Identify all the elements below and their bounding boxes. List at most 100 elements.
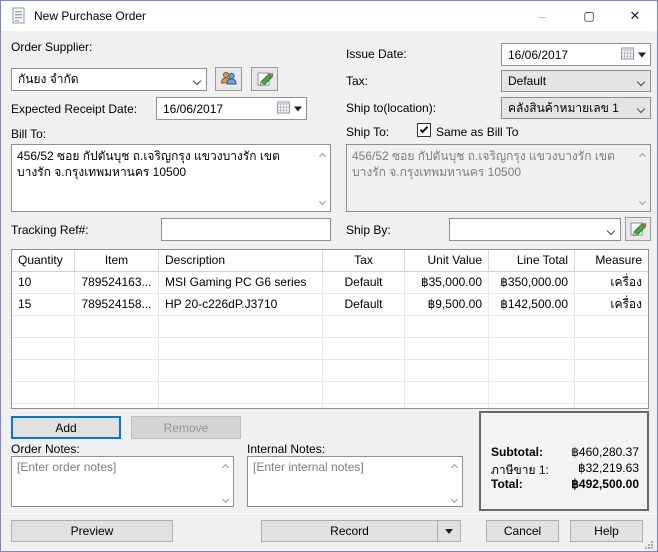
close-button[interactable]: ✕: [619, 1, 651, 31]
internal-notes-label: Internal Notes:: [247, 442, 326, 456]
cell-description[interactable]: HP 20-c226dP.J3710: [159, 294, 323, 316]
scroll-down-icon: [637, 197, 647, 207]
cell-quantity[interactable]: 15: [12, 294, 75, 316]
items-table: Quantity Item Description Tax Unit Value…: [11, 249, 649, 409]
cell-measure[interactable]: เครื่อง: [575, 272, 648, 294]
order-supplier-value: กันยง จำกัด: [18, 72, 79, 86]
table-empty-row: [12, 338, 648, 360]
bill-to-textarea[interactable]: 456/52 ซอย กัปตันบุช ถ.เจริญกรุง แขวงบาง…: [11, 144, 331, 212]
subtotal-label: Subtotal:: [491, 445, 543, 459]
column-header: Description: [159, 250, 323, 272]
bill-to-label: Bill To:: [11, 127, 47, 141]
pencil-icon: [630, 220, 647, 239]
cell-description[interactable]: MSI Gaming PC G6 series: [159, 272, 323, 294]
ship-to-location-value: คลังสินค้าหมายเลข 1: [508, 100, 619, 115]
record-split-button[interactable]: Record: [261, 520, 461, 542]
bill-to-address-text: 456/52 ซอย กัปตันบุช ถ.เจริญกรุง แขวงบาง…: [17, 149, 280, 179]
tax-combobox[interactable]: Default: [501, 70, 651, 92]
cell-tax[interactable]: Default: [323, 272, 405, 294]
totals-panel: Subtotal: ฿460,280.37 ภาษีขาย 1: ฿32,219…: [479, 411, 649, 511]
remove-button[interactable]: Remove: [131, 416, 241, 439]
ship-to-textarea: 456/52 ซอย กัปตันบุช ถ.เจริญกรุง แขวงบาง…: [346, 144, 651, 212]
expected-receipt-date-value: 16/06/2017: [163, 101, 224, 116]
table-row[interactable]: 10 789524163... MSI Gaming PC G6 series …: [12, 272, 648, 294]
order-notes-textarea[interactable]: [11, 456, 234, 507]
checkmark-icon: [419, 124, 429, 133]
column-header: Item: [75, 250, 159, 272]
tracking-ref-input[interactable]: [161, 218, 331, 241]
column-header: Tax: [323, 250, 405, 272]
minimize-button[interactable]: –: [526, 1, 558, 31]
issue-date-picker[interactable]: 16/06/2017: [501, 43, 651, 66]
chevron-down-icon: [192, 73, 202, 87]
same-as-bill-to-checkbox[interactable]: [417, 123, 431, 137]
chevron-down-icon: [294, 106, 302, 111]
preview-button[interactable]: Preview: [11, 520, 173, 542]
issue-date-value: 16/06/2017: [508, 47, 569, 62]
ship-by-combobox[interactable]: [449, 218, 621, 241]
document-icon: [11, 7, 27, 28]
help-button[interactable]: Help: [570, 520, 643, 542]
scroll-down-icon[interactable]: [220, 495, 230, 505]
calendar-icon: [621, 47, 634, 62]
scroll-up-icon[interactable]: [449, 460, 459, 471]
expected-receipt-date-label: Expected Receipt Date:: [11, 102, 138, 116]
scroll-up-icon[interactable]: [220, 460, 230, 471]
tax-total-label: ภาษีขาย 1:: [491, 463, 549, 477]
chevron-down-icon: [636, 74, 646, 88]
column-header: Line Total: [489, 250, 575, 272]
scroll-up-icon: [637, 149, 647, 160]
add-button[interactable]: Add: [11, 416, 121, 439]
cell-item[interactable]: 789524158...: [75, 294, 159, 316]
internal-notes-textarea[interactable]: [247, 456, 463, 507]
order-notes-label: Order Notes:: [11, 442, 80, 456]
cell-unit-value[interactable]: ฿35,000.00: [405, 272, 489, 294]
order-supplier-label: Order Supplier:: [11, 40, 93, 54]
tax-label: Tax:: [346, 74, 369, 88]
table-empty-row: [12, 316, 648, 338]
items-table-header: Quantity Item Description Tax Unit Value…: [12, 250, 648, 272]
down-triangle-icon: [445, 528, 453, 534]
expected-receipt-date-picker[interactable]: 16/06/2017: [156, 97, 307, 120]
ship-to-label: Ship To:: [346, 125, 390, 139]
scroll-down-icon[interactable]: [449, 495, 459, 505]
column-header: Unit Value: [405, 250, 489, 272]
window-title: New Purchase Order: [34, 9, 147, 23]
ship-to-location-combobox[interactable]: คลังสินค้าหมายเลข 1: [501, 97, 651, 119]
table-empty-row: [12, 404, 648, 408]
scroll-up-icon[interactable]: [317, 149, 327, 160]
table-row[interactable]: 15 789524158... HP 20-c226dP.J3710 Defau…: [12, 294, 648, 316]
subtotal-value: ฿460,280.37: [571, 445, 639, 459]
cell-measure[interactable]: เครื่อง: [575, 294, 648, 316]
edit-supplier-button[interactable]: [251, 67, 278, 91]
supplier-lookup-button[interactable]: [215, 67, 242, 91]
issue-date-label: Issue Date:: [346, 47, 407, 61]
record-menu-button[interactable]: [437, 521, 460, 541]
calendar-icon: [277, 101, 290, 116]
footer-divider: [1, 513, 657, 514]
table-empty-row: [12, 382, 648, 404]
chevron-down-icon: [638, 52, 646, 57]
edit-ship-by-button[interactable]: [625, 217, 651, 241]
tax-total-value: ฿32,219.63: [577, 461, 639, 475]
cell-line-total[interactable]: ฿142,500.00: [489, 294, 575, 316]
resize-grip[interactable]: [645, 539, 654, 549]
cell-quantity[interactable]: 10: [12, 272, 75, 294]
cell-item[interactable]: 789524163...: [75, 272, 159, 294]
chevron-down-icon: [636, 101, 646, 115]
new-purchase-order-dialog: New Purchase Order – ▢ ✕ Order Supplier:…: [0, 0, 658, 552]
same-as-bill-to-label: Same as Bill To: [436, 125, 519, 139]
tracking-ref-label: Tracking Ref#:: [11, 223, 89, 237]
ship-to-location-label: Ship to(location):: [346, 101, 437, 115]
cell-unit-value[interactable]: ฿9,500.00: [405, 294, 489, 316]
pencil-icon: [257, 70, 274, 89]
cell-line-total[interactable]: ฿350,000.00: [489, 272, 575, 294]
maximize-button[interactable]: ▢: [573, 1, 605, 31]
scroll-down-icon[interactable]: [317, 197, 327, 207]
ship-to-address-text: 456/52 ซอย กัปตันบุช ถ.เจริญกรุง แขวงบาง…: [352, 149, 615, 179]
cell-tax[interactable]: Default: [323, 294, 405, 316]
record-button[interactable]: Record: [262, 524, 437, 538]
cancel-button[interactable]: Cancel: [486, 520, 559, 542]
order-supplier-combobox[interactable]: กันยง จำกัด: [11, 68, 207, 91]
table-empty-row: [12, 360, 648, 382]
